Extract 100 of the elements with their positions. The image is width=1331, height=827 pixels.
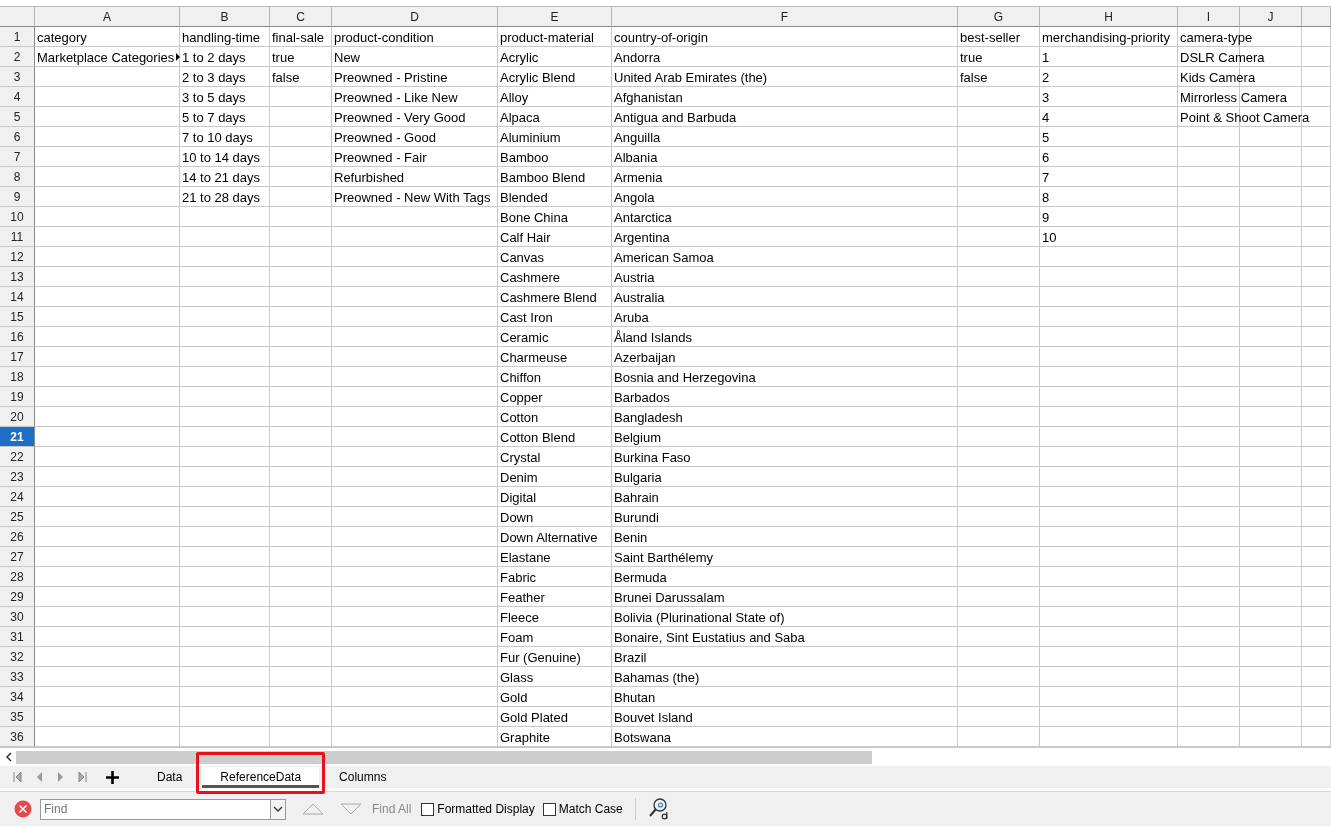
select-all-button[interactable] bbox=[0, 7, 35, 27]
row-header[interactable]: 36 bbox=[0, 727, 35, 747]
row-header[interactable]: 18 bbox=[0, 367, 35, 387]
table-cell: Åland Islands bbox=[614, 329, 693, 345]
table-cell: Preowned - New With Tags bbox=[334, 189, 491, 205]
checkbox-label[interactable]: Formatted Display bbox=[437, 802, 535, 816]
table-cell: Refurbished bbox=[334, 169, 405, 185]
column-header[interactable]: C bbox=[270, 7, 332, 27]
sheet-tab[interactable]: Data bbox=[149, 766, 191, 788]
table-cell: Calf Hair bbox=[500, 229, 551, 245]
column-header[interactable]: F bbox=[612, 7, 958, 27]
row-header[interactable]: 29 bbox=[0, 587, 35, 607]
row-header[interactable]: 5 bbox=[0, 107, 35, 127]
column-header[interactable]: B bbox=[180, 7, 270, 27]
table-cell: 2 to 3 days bbox=[182, 69, 246, 85]
row-header[interactable]: 34 bbox=[0, 687, 35, 707]
column-header[interactable]: H bbox=[1040, 7, 1178, 27]
sheet-tab[interactable]: Columns bbox=[331, 766, 395, 788]
row-header[interactable]: 20 bbox=[0, 407, 35, 427]
table-cell: Denim bbox=[500, 469, 538, 485]
find-field[interactable]: Find bbox=[40, 798, 270, 820]
table-cell: United Arab Emirates (the) bbox=[614, 69, 768, 85]
row-header[interactable]: 24 bbox=[0, 487, 35, 507]
row-header[interactable]: 21 bbox=[0, 427, 35, 447]
column-header[interactable]: G bbox=[958, 7, 1040, 27]
row-header[interactable]: 10 bbox=[0, 207, 35, 227]
row-header[interactable]: 28 bbox=[0, 567, 35, 587]
table-cell: Bulgaria bbox=[614, 469, 662, 485]
table-cell: Bouvet Island bbox=[614, 709, 693, 725]
table-cell: Bonaire, Sint Eustatius and Saba bbox=[614, 629, 805, 645]
column-header[interactable]: J bbox=[1240, 7, 1302, 27]
scrollbar-thumb[interactable] bbox=[16, 750, 872, 764]
row-header[interactable]: 33 bbox=[0, 667, 35, 687]
column-header[interactable] bbox=[1302, 7, 1331, 27]
row-header[interactable]: 32 bbox=[0, 647, 35, 667]
right-arrow-icon[interactable] bbox=[56, 771, 66, 783]
row-header[interactable]: 7 bbox=[0, 147, 35, 167]
dropdown-button[interactable] bbox=[270, 798, 286, 820]
table-cell: Preowned - Fair bbox=[334, 149, 427, 165]
row-header[interactable]: 4 bbox=[0, 87, 35, 107]
row-header[interactable]: 15 bbox=[0, 307, 35, 327]
table-cell: Aluminium bbox=[500, 129, 561, 145]
table-cell: Digital bbox=[500, 489, 537, 505]
row-header[interactable]: 27 bbox=[0, 547, 35, 567]
last-arrow-icon[interactable] bbox=[78, 771, 88, 783]
row-header[interactable]: 14 bbox=[0, 287, 35, 307]
table-cell: Argentina bbox=[614, 229, 670, 245]
find-replace-icon[interactable] bbox=[647, 797, 670, 821]
table-cell: 8 bbox=[1042, 189, 1050, 205]
row-header[interactable]: 11 bbox=[0, 227, 35, 247]
table-cell: Alloy bbox=[500, 89, 529, 105]
row-header[interactable]: 30 bbox=[0, 607, 35, 627]
table-cell: 4 bbox=[1042, 109, 1050, 125]
scroll-left-icon[interactable] bbox=[4, 752, 14, 762]
checkbox-label[interactable]: Match Case bbox=[558, 802, 623, 816]
row-header[interactable]: 3 bbox=[0, 67, 35, 87]
row-header[interactable]: 17 bbox=[0, 347, 35, 367]
table-cell: Bahamas (the) bbox=[614, 669, 700, 685]
row-header[interactable]: 19 bbox=[0, 387, 35, 407]
table-cell: 10 to 14 days bbox=[182, 149, 261, 165]
column-header[interactable]: D bbox=[332, 7, 498, 27]
table-cell: Preowned - Good bbox=[334, 129, 436, 145]
row-header[interactable]: 9 bbox=[0, 187, 35, 207]
table-cell: DSLR Camera bbox=[1180, 49, 1265, 65]
table-cell: Burundi bbox=[614, 509, 659, 525]
row-header[interactable]: 23 bbox=[0, 467, 35, 487]
checkbox[interactable] bbox=[542, 802, 556, 816]
first-arrow-icon[interactable] bbox=[12, 771, 22, 783]
row-header[interactable]: 35 bbox=[0, 707, 35, 727]
row-header[interactable]: 26 bbox=[0, 527, 35, 547]
column-header[interactable]: I bbox=[1178, 7, 1240, 27]
table-cell: 2 bbox=[1042, 69, 1050, 85]
table-cell: Feather bbox=[500, 589, 545, 605]
table-cell: Cast Iron bbox=[500, 309, 553, 325]
column-header[interactable]: A bbox=[35, 7, 180, 27]
table-cell: product-material bbox=[500, 29, 594, 45]
table-cell: Blended bbox=[500, 189, 548, 205]
table-cell: 5 to 7 days bbox=[182, 109, 246, 125]
row-header[interactable]: 25 bbox=[0, 507, 35, 527]
row-header[interactable]: 2 bbox=[0, 47, 35, 67]
checkbox[interactable] bbox=[421, 802, 435, 816]
column-header[interactable]: E bbox=[498, 7, 612, 27]
row-header[interactable]: 22 bbox=[0, 447, 35, 467]
row-header[interactable]: 1 bbox=[0, 27, 35, 47]
add-icon[interactable] bbox=[106, 770, 119, 784]
table-cell: Kids Camera bbox=[1180, 69, 1256, 85]
sheet-tab[interactable]: ReferenceData bbox=[202, 766, 320, 788]
table-cell: Austria bbox=[614, 269, 655, 285]
table-cell: Belgium bbox=[614, 429, 661, 445]
row-header[interactable]: 6 bbox=[0, 127, 35, 147]
close-icon[interactable] bbox=[14, 800, 32, 818]
row-header[interactable]: 12 bbox=[0, 247, 35, 267]
find-previous-icon[interactable] bbox=[302, 803, 324, 815]
find-next-icon[interactable] bbox=[340, 803, 362, 815]
row-header[interactable]: 13 bbox=[0, 267, 35, 287]
row-header[interactable]: 31 bbox=[0, 627, 35, 647]
table-cell: Gold Plated bbox=[500, 709, 568, 725]
row-header[interactable]: 8 bbox=[0, 167, 35, 187]
row-header[interactable]: 16 bbox=[0, 327, 35, 347]
table-cell: Antarctica bbox=[614, 209, 672, 225]
